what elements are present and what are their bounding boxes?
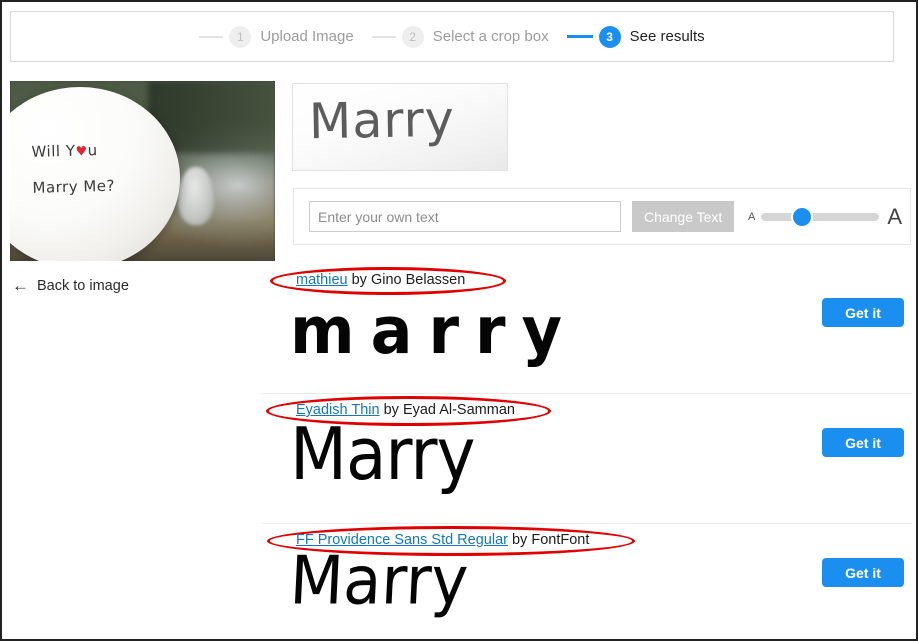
step-connector-line — [371, 35, 396, 38]
step-1-label: Upload Image — [260, 28, 354, 45]
arrow-left-icon: ← — [12, 276, 29, 295]
font-name-link[interactable]: mathieu — [296, 272, 348, 288]
back-to-image-label: Back to image — [37, 277, 129, 294]
source-image-thumbnail[interactable]: Will Y♥u Marry Me? — [10, 81, 275, 261]
heart-icon: ♥ — [75, 144, 88, 160]
by-text: by — [347, 272, 371, 288]
foundry-name: Gino Belassen — [370, 272, 466, 288]
change-text-button[interactable]: Change Text — [632, 201, 734, 232]
stepper-step-1[interactable]: 1 Upload Image — [199, 25, 371, 48]
by-text: by — [379, 402, 403, 418]
get-it-button[interactable]: Get it — [822, 428, 904, 457]
font-size-slider[interactable]: A A — [748, 204, 902, 230]
step-3-label: See results — [629, 28, 705, 45]
custom-text-input[interactable] — [309, 201, 622, 232]
font-preview-word: Marry — [290, 412, 476, 497]
foundry-name: Eyad Al-Samman — [402, 402, 515, 418]
get-it-button[interactable]: Get it — [822, 558, 904, 587]
step-connector-line-active — [566, 35, 593, 38]
text-controls-bar: Change Text A A — [293, 188, 911, 245]
balloon-text-line-1: Will Y♥u — [31, 131, 172, 171]
step-connector-line — [199, 35, 224, 38]
progress-stepper: 1 Upload Image 2 Select a crop box 3 See… — [10, 11, 894, 62]
font-result-row: FF Providence Sans Std Regular by FontFo… — [262, 524, 912, 639]
crop-preview: Marry — [292, 83, 508, 171]
font-name-link[interactable]: Eyadish Thin — [296, 402, 380, 418]
font-result-caption: FF Providence Sans Std Regular by FontFo… — [296, 532, 589, 548]
step-3-bullet: 3 — [598, 25, 621, 48]
step-1-bullet: 1 — [229, 25, 252, 48]
step-2-bullet: 2 — [401, 25, 424, 48]
slider-thumb[interactable] — [793, 207, 812, 226]
font-result-row: mathieu by Gino Belassen marry Get it — [262, 264, 912, 394]
by-text: by — [507, 532, 532, 548]
font-preview-word: Marry — [288, 541, 470, 620]
get-it-button[interactable]: Get it — [822, 298, 904, 327]
size-small-label: A — [747, 210, 756, 223]
font-result-caption: Eyadish Thin by Eyad Al-Samman — [296, 402, 515, 418]
balloon-text: Will Y♥u Marry Me? — [31, 131, 173, 205]
stepper-step-3[interactable]: 3 See results — [566, 25, 705, 48]
balloon-text-line-2: Marry Me? — [32, 176, 116, 197]
stepper-step-2[interactable]: 2 Select a crop box — [371, 25, 567, 48]
foundry-name: FontFont — [531, 532, 590, 548]
crop-preview-word: Marry — [308, 90, 456, 151]
balloon-text-line-1-post: u — [87, 141, 98, 160]
photo-blurred-object-front — [178, 167, 214, 225]
font-results-list: mathieu by Gino Belassen marry Get it Ey… — [262, 264, 912, 639]
page-root: 1 Upload Image 2 Select a crop box 3 See… — [0, 0, 918, 641]
slider-track[interactable] — [761, 207, 880, 226]
balloon-text-line-1-pre: Will Y — [31, 141, 76, 161]
size-large-label: A — [887, 203, 902, 229]
font-result-caption: mathieu by Gino Belassen — [296, 272, 465, 288]
font-result-row: Eyadish Thin by Eyad Al-Samman Marry Get… — [262, 394, 912, 524]
stepper-steps: 1 Upload Image 2 Select a crop box 3 See… — [199, 25, 705, 48]
font-name-link[interactable]: FF Providence Sans Std Regular — [296, 532, 508, 548]
back-to-image-link[interactable]: ← Back to image — [12, 277, 129, 294]
font-preview-word: marry — [290, 292, 579, 369]
step-2-label: Select a crop box — [432, 28, 549, 45]
